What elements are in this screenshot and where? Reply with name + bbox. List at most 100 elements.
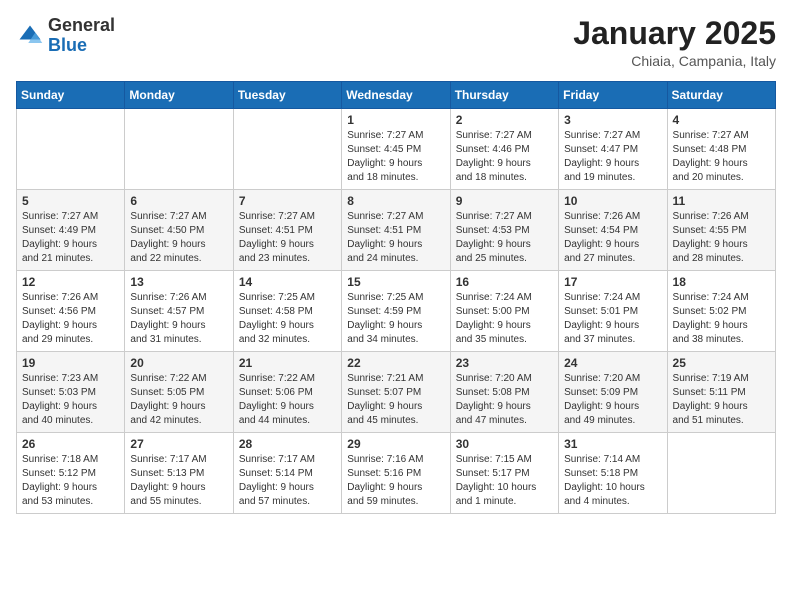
day-info: Sunrise: 7:27 AM Sunset: 4:47 PM Dayligh… xyxy=(564,129,661,185)
calendar-day-29: 29 Sunrise: 7:16 AM Sunset: 5:16 PM Dayli… xyxy=(342,433,450,514)
calendar-day-27: 27 Sunrise: 7:17 AM Sunset: 5:13 PM Dayli… xyxy=(125,433,233,514)
calendar-day-4: 4 Sunrise: 7:27 AM Sunset: 4:48 PM Daylig… xyxy=(667,109,775,190)
day-info: Sunrise: 7:16 AM Sunset: 5:16 PM Dayligh… xyxy=(347,453,444,509)
day-info: Sunrise: 7:18 AM Sunset: 5:12 PM Dayligh… xyxy=(22,453,119,509)
day-info: Sunrise: 7:20 AM Sunset: 5:08 PM Dayligh… xyxy=(456,372,553,428)
day-info: Sunrise: 7:27 AM Sunset: 4:51 PM Dayligh… xyxy=(239,210,336,266)
calendar-day-11: 11Sunrise: 7:26 AM Sunset: 4:55 PM Dayli… xyxy=(667,190,775,271)
calendar-week-row: 26 Sunrise: 7:18 AM Sunset: 5:12 PM Dayli… xyxy=(17,433,776,514)
day-number: 4 xyxy=(673,113,770,127)
day-number: 6 xyxy=(130,194,227,208)
day-number: 25 xyxy=(673,356,770,370)
calendar-day-19: 19 Sunrise: 7:23 AM Sunset: 5:03 PM Dayli… xyxy=(17,352,125,433)
day-info: Sunrise: 7:23 AM Sunset: 5:03 PM Dayligh… xyxy=(22,372,119,428)
calendar-day-7: 7 Sunrise: 7:27 AM Sunset: 4:51 PM Daylig… xyxy=(233,190,341,271)
calendar-day-21: 21 Sunrise: 7:22 AM Sunset: 5:06 PM Dayli… xyxy=(233,352,341,433)
calendar-day-22: 22 Sunrise: 7:21 AM Sunset: 5:07 PM Dayli… xyxy=(342,352,450,433)
calendar-empty-cell xyxy=(233,109,341,190)
calendar-week-row: 19 Sunrise: 7:23 AM Sunset: 5:03 PM Dayli… xyxy=(17,352,776,433)
calendar-day-28: 28 Sunrise: 7:17 AM Sunset: 5:14 PM Dayli… xyxy=(233,433,341,514)
calendar-day-2: 2 Sunrise: 7:27 AM Sunset: 4:46 PM Daylig… xyxy=(450,109,558,190)
calendar-day-12: 12Sunrise: 7:26 AM Sunset: 4:56 PM Dayli… xyxy=(17,271,125,352)
day-info: Sunrise: 7:26 AM Sunset: 4:56 PM Dayligh… xyxy=(22,291,119,347)
day-number: 15 xyxy=(347,275,444,289)
day-info: Sunrise: 7:19 AM Sunset: 5:11 PM Dayligh… xyxy=(673,372,770,428)
day-number: 2 xyxy=(456,113,553,127)
day-number: 31 xyxy=(564,437,661,451)
day-number: 5 xyxy=(22,194,119,208)
calendar-day-3: 3 Sunrise: 7:27 AM Sunset: 4:47 PM Daylig… xyxy=(559,109,667,190)
day-info: Sunrise: 7:24 AM Sunset: 5:00 PM Dayligh… xyxy=(456,291,553,347)
day-number: 23 xyxy=(456,356,553,370)
day-info: Sunrise: 7:27 AM Sunset: 4:53 PM Dayligh… xyxy=(456,210,553,266)
day-info: Sunrise: 7:21 AM Sunset: 5:07 PM Dayligh… xyxy=(347,372,444,428)
logo-icon xyxy=(16,22,44,50)
day-number: 19 xyxy=(22,356,119,370)
day-number: 8 xyxy=(347,194,444,208)
day-info: Sunrise: 7:27 AM Sunset: 4:49 PM Dayligh… xyxy=(22,210,119,266)
calendar-day-31: 31 Sunrise: 7:14 AM Sunset: 5:18 PM Dayli… xyxy=(559,433,667,514)
calendar-day-18: 18Sunrise: 7:24 AM Sunset: 5:02 PM Dayli… xyxy=(667,271,775,352)
calendar-day-25: 25 Sunrise: 7:19 AM Sunset: 5:11 PM Dayli… xyxy=(667,352,775,433)
day-info: Sunrise: 7:25 AM Sunset: 4:58 PM Dayligh… xyxy=(239,291,336,347)
day-info: Sunrise: 7:26 AM Sunset: 4:54 PM Dayligh… xyxy=(564,210,661,266)
day-number: 29 xyxy=(347,437,444,451)
day-number: 7 xyxy=(239,194,336,208)
calendar-table: SundayMondayTuesdayWednesdayThursdayFrid… xyxy=(16,81,776,514)
title-block: January 2025 Chiaia, Campania, Italy xyxy=(573,16,776,69)
calendar-day-23: 23 Sunrise: 7:20 AM Sunset: 5:08 PM Dayli… xyxy=(450,352,558,433)
day-number: 3 xyxy=(564,113,661,127)
calendar-week-row: 1 Sunrise: 7:27 AM Sunset: 4:45 PM Daylig… xyxy=(17,109,776,190)
weekday-header-wednesday: Wednesday xyxy=(342,82,450,109)
day-number: 21 xyxy=(239,356,336,370)
day-number: 20 xyxy=(130,356,227,370)
day-number: 26 xyxy=(22,437,119,451)
weekday-header-thursday: Thursday xyxy=(450,82,558,109)
day-info: Sunrise: 7:27 AM Sunset: 4:48 PM Dayligh… xyxy=(673,129,770,185)
calendar-day-1: 1 Sunrise: 7:27 AM Sunset: 4:45 PM Daylig… xyxy=(342,109,450,190)
calendar-empty-cell xyxy=(125,109,233,190)
day-info: Sunrise: 7:17 AM Sunset: 5:13 PM Dayligh… xyxy=(130,453,227,509)
day-number: 1 xyxy=(347,113,444,127)
day-info: Sunrise: 7:20 AM Sunset: 5:09 PM Dayligh… xyxy=(564,372,661,428)
day-number: 17 xyxy=(564,275,661,289)
weekday-header-friday: Friday xyxy=(559,82,667,109)
day-number: 27 xyxy=(130,437,227,451)
logo-blue-text: Blue xyxy=(48,35,87,55)
day-number: 22 xyxy=(347,356,444,370)
calendar-day-17: 17 Sunrise: 7:24 AM Sunset: 5:01 PM Dayli… xyxy=(559,271,667,352)
day-info: Sunrise: 7:26 AM Sunset: 4:57 PM Dayligh… xyxy=(130,291,227,347)
calendar-week-row: 5 Sunrise: 7:27 AM Sunset: 4:49 PM Daylig… xyxy=(17,190,776,271)
day-info: Sunrise: 7:27 AM Sunset: 4:50 PM Dayligh… xyxy=(130,210,227,266)
day-info: Sunrise: 7:24 AM Sunset: 5:02 PM Dayligh… xyxy=(673,291,770,347)
calendar-day-10: 10Sunrise: 7:26 AM Sunset: 4:54 PM Dayli… xyxy=(559,190,667,271)
day-info: Sunrise: 7:22 AM Sunset: 5:06 PM Dayligh… xyxy=(239,372,336,428)
day-number: 14 xyxy=(239,275,336,289)
day-number: 28 xyxy=(239,437,336,451)
day-info: Sunrise: 7:24 AM Sunset: 5:01 PM Dayligh… xyxy=(564,291,661,347)
day-info: Sunrise: 7:27 AM Sunset: 4:46 PM Dayligh… xyxy=(456,129,553,185)
day-number: 11 xyxy=(673,194,770,208)
weekday-header-monday: Monday xyxy=(125,82,233,109)
calendar-day-14: 14 Sunrise: 7:25 AM Sunset: 4:58 PM Dayli… xyxy=(233,271,341,352)
day-info: Sunrise: 7:27 AM Sunset: 4:45 PM Dayligh… xyxy=(347,129,444,185)
logo: General Blue xyxy=(16,16,115,56)
calendar-day-15: 15Sunrise: 7:25 AM Sunset: 4:59 PM Dayli… xyxy=(342,271,450,352)
calendar-day-20: 20 Sunrise: 7:22 AM Sunset: 5:05 PM Dayli… xyxy=(125,352,233,433)
weekday-header-tuesday: Tuesday xyxy=(233,82,341,109)
day-info: Sunrise: 7:22 AM Sunset: 5:05 PM Dayligh… xyxy=(130,372,227,428)
weekday-header-sunday: Sunday xyxy=(17,82,125,109)
calendar-day-8: 8 Sunrise: 7:27 AM Sunset: 4:51 PM Daylig… xyxy=(342,190,450,271)
calendar-day-13: 13Sunrise: 7:26 AM Sunset: 4:57 PM Dayli… xyxy=(125,271,233,352)
day-number: 24 xyxy=(564,356,661,370)
day-info: Sunrise: 7:17 AM Sunset: 5:14 PM Dayligh… xyxy=(239,453,336,509)
logo-general-text: General xyxy=(48,15,115,35)
day-info: Sunrise: 7:27 AM Sunset: 4:51 PM Dayligh… xyxy=(347,210,444,266)
day-info: Sunrise: 7:15 AM Sunset: 5:17 PM Dayligh… xyxy=(456,453,553,509)
day-number: 9 xyxy=(456,194,553,208)
day-info: Sunrise: 7:14 AM Sunset: 5:18 PM Dayligh… xyxy=(564,453,661,509)
weekday-header-saturday: Saturday xyxy=(667,82,775,109)
month-title: January 2025 xyxy=(573,16,776,51)
page-header: General Blue January 2025 Chiaia, Campan… xyxy=(16,16,776,69)
calendar-week-row: 12Sunrise: 7:26 AM Sunset: 4:56 PM Dayli… xyxy=(17,271,776,352)
